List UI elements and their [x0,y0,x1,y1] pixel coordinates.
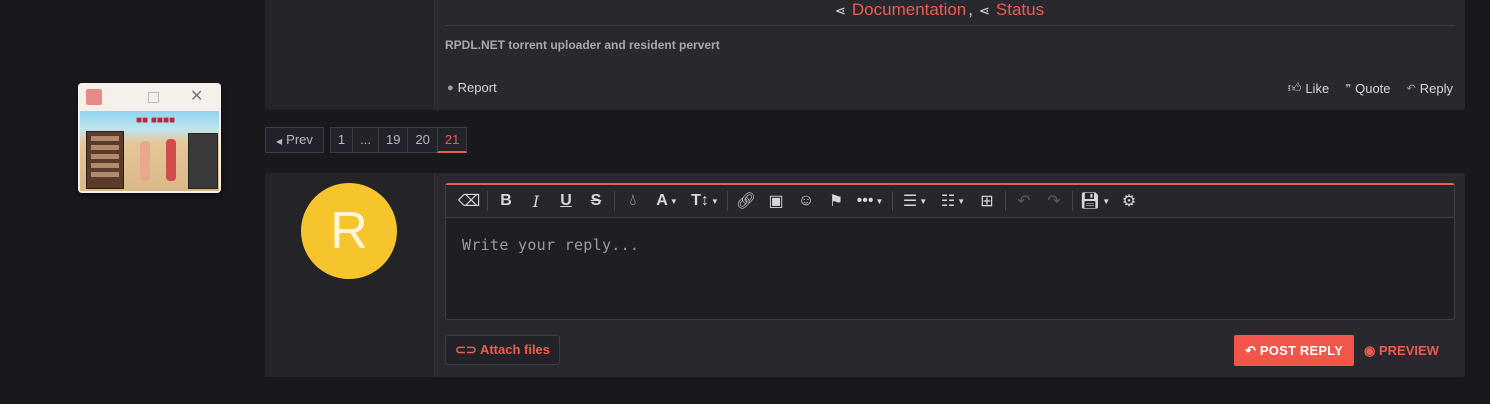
table-icon[interactable]: ⊞ [972,185,1002,218]
link-icon[interactable]: 🔗︎ [731,185,761,218]
chevron-left-icon: ◀ [276,137,283,146]
maximize-icon[interactable] [148,92,159,103]
toolbar-divider [614,191,615,211]
toolbar-divider [487,191,488,211]
previous-post: ⋖ Documentation, ⋖ Status RPDL.NET torrent … [265,0,1465,110]
editor-toolbar: ⌫ B I U S 💧︎ A ▼ T ↕ ▼ 🔗︎ ▣ ☺ ⚑ ••• ▼ ☰ ▼ ☷ ▼ … [446,185,1454,218]
reply-icon: ↶ [1245,343,1257,358]
font-family-icon[interactable]: A ▼ [648,185,686,218]
report-link[interactable]: ● Report [447,80,497,95]
smiley-icon[interactable]: ☺ [791,185,821,218]
page-jump-ellipsis[interactable]: ... [352,127,378,153]
game-window-thumbnail[interactable]: ✕ ■■ ■■■■ [78,83,221,193]
bold-icon[interactable]: B [491,185,521,218]
thumbs-up-icon: 👍︎ [1287,80,1302,95]
undo-icon[interactable]: ↶ [1009,185,1039,218]
attach-files-button[interactable]: ⊂⊃ Attach files [445,335,561,365]
italic-icon[interactable]: I [521,185,551,218]
font-size-icon[interactable]: T ↕ ▼ [686,185,724,218]
attach-label: Attach files [479,342,551,357]
post-actions-bar: ● Report 👍︎ Like ❞ Quote ↶ Reply [445,80,1453,96]
list-icon[interactable]: ☷ ▼ [934,185,972,218]
eye-icon: ◉ [1364,343,1376,358]
game-character [166,139,176,181]
save-draft-icon[interactable]: 💾︎ ▼ [1076,185,1114,218]
preview-button[interactable]: ◉ PREVIEW [1364,335,1439,366]
share-icon: ⋖ [978,3,990,18]
info-icon: ● [447,81,454,94]
prev-page-button[interactable]: ◀ Prev [265,127,324,153]
strikethrough-icon[interactable]: S [581,185,611,218]
paperclip-icon: ⊂⊃ [455,342,477,357]
page-link[interactable]: 20 [407,127,437,153]
post-reply-button[interactable]: ↶ POST REPLY [1234,335,1355,366]
app-icon [86,89,102,105]
game-stats-panel [188,133,218,189]
like-label: Like [1305,80,1330,96]
redo-icon[interactable]: ↷ [1039,185,1069,218]
pagination: ◀ Prev 1 ... 19 20 21 [265,127,468,153]
toolbar-divider [727,191,728,211]
image-icon[interactable]: ▣ [761,185,791,218]
gear-icon[interactable]: ⚙ [1114,185,1144,218]
page-link[interactable]: 19 [377,127,408,153]
reply-label: Reply [1419,80,1453,96]
underline-icon[interactable]: U [551,185,581,218]
quote-label: Quote [1355,80,1391,96]
reply-icon: ↶ [1406,82,1416,95]
signature-links: ⋖ Documentation, ⋖ Status [835,0,1044,20]
reply-editor: ⌫ B I U S 💧︎ A ▼ T ↕ ▼ 🔗︎ ▣ ☺ ⚑ ••• ▼ ☰ ▼ ☷ ▼ … [445,183,1455,320]
reply-textarea[interactable]: Write your reply... [446,219,1454,319]
report-label: Report [457,80,497,95]
game-logo: ■■ ■■■■ [136,115,176,126]
quote-icon: ❞ [1345,82,1352,95]
align-icon[interactable]: ☰ ▼ [896,185,934,218]
game-character [140,141,150,181]
avatar[interactable]: R [301,183,397,279]
signature-tagline: RPDL.NET torrent uploader and resident p… [445,38,720,52]
game-screenshot: ■■ ■■■■ [80,111,219,191]
share-icon: ⋖ [835,3,846,18]
prev-label: Prev [286,132,313,147]
reply-user-strip: R [265,173,435,377]
flag-icon[interactable]: ⚑ [821,185,851,218]
toolbar-divider [1072,191,1073,211]
post-reply-label: POST REPLY [1259,343,1344,358]
like-button[interactable]: 👍︎ Like [1288,80,1329,96]
status-link[interactable]: Status [996,0,1044,19]
current-page[interactable]: 21 [436,127,468,153]
quote-button[interactable]: ❞ Quote [1345,81,1390,96]
close-icon[interactable]: ✕ [190,86,203,106]
thumbnail-titlebar: ✕ [78,83,221,111]
page-link[interactable]: 1 [329,127,353,153]
quick-reply: R ⌫ B I U S 💧︎ A ▼ T ↕ ▼ 🔗︎ ▣ ☺ ⚑ ••• ▼ ☰ ▼ ☷… [265,173,1465,377]
game-menu [86,131,124,189]
remove-format-icon[interactable]: ⌫ [454,185,484,218]
toolbar-divider [1005,191,1006,211]
link-separator: , [968,0,973,19]
post-user-strip [265,0,435,110]
text-color-icon[interactable]: 💧︎ [618,185,648,218]
reply-button[interactable]: ↶ Reply [1407,81,1453,96]
signature-divider [445,25,1455,26]
documentation-link[interactable]: Documentation [852,0,966,19]
preview-label: PREVIEW [1378,343,1439,358]
more-options-icon[interactable]: ••• ▼ [851,185,889,218]
toolbar-divider [892,191,893,211]
